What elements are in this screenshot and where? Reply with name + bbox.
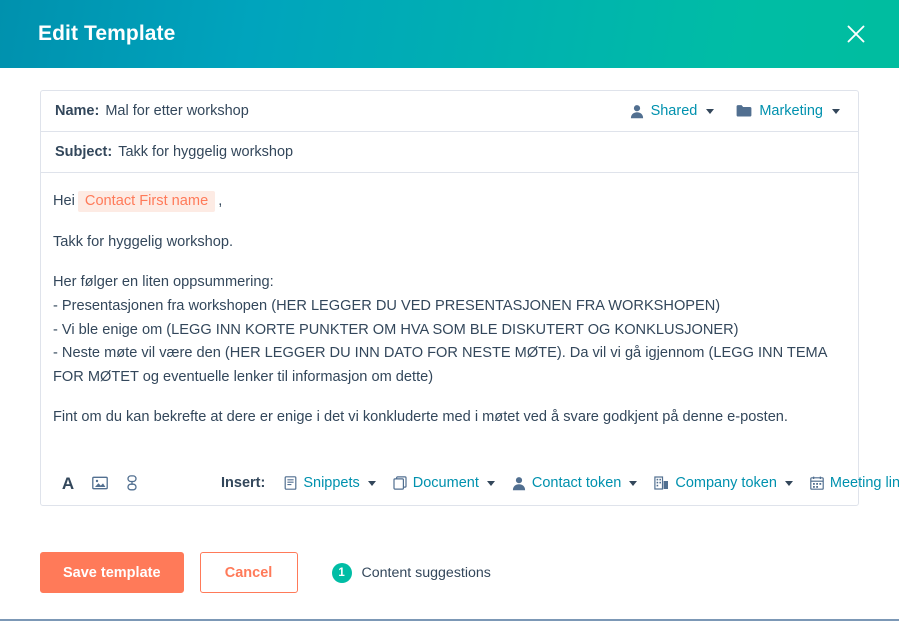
folder-dropdown-label: Marketing: [759, 103, 823, 119]
shared-dropdown-label: Shared: [651, 103, 698, 119]
bullet-line: - Presentasjonen fra workshopen (HER LEG…: [53, 295, 846, 319]
person-icon: [512, 476, 526, 491]
close-button[interactable]: [837, 15, 875, 53]
summary-intro: Her følger en liten oppsummering:: [53, 271, 846, 295]
status-badge: 1: [332, 563, 352, 583]
insert-company-token-label: Company token: [675, 475, 777, 491]
save-template-button[interactable]: Save template: [40, 552, 184, 593]
name-row: Name: Mal for etter workshop Shared: [41, 91, 858, 132]
insert-company-token[interactable]: Company token: [654, 475, 793, 491]
insert-contact-token-label: Contact token: [532, 475, 621, 491]
content-suggestions[interactable]: 1 Content suggestions: [332, 563, 491, 583]
document-icon: [393, 476, 407, 490]
shared-dropdown[interactable]: Shared: [630, 103, 715, 119]
image-icon[interactable]: [91, 474, 109, 492]
greeting-line: HeiContact First name,: [53, 190, 846, 214]
chevron-down-icon: [629, 481, 637, 486]
subject-row: Subject: Takk for hyggelig workshop: [41, 132, 858, 173]
close-icon: [845, 23, 867, 45]
subject-label: Subject:: [55, 144, 112, 160]
modal-header: Edit Template: [0, 0, 899, 68]
insert-snippets-label: Snippets: [303, 475, 359, 491]
content-suggestions-label: Content suggestions: [362, 565, 491, 581]
bullet-line: - Vi ble enige om (LEGG INN KORTE PUNKTE…: [53, 319, 846, 343]
page-title: Edit Template: [38, 22, 175, 46]
chevron-down-icon: [368, 481, 376, 486]
edit-template-modal: Edit Template Name: Mal for etter worksh…: [0, 0, 899, 621]
email-body-editor[interactable]: HeiContact First name, Takk for hyggelig…: [41, 173, 858, 465]
company-icon: [654, 476, 669, 490]
name-input[interactable]: Mal for etter workshop: [105, 103, 629, 119]
chevron-down-icon: [706, 109, 714, 114]
editor-toolbar: A: [41, 465, 858, 505]
person-icon: [630, 104, 644, 119]
cancel-button[interactable]: Cancel: [200, 552, 298, 593]
contact-first-name-token[interactable]: Contact First name: [78, 191, 215, 212]
chevron-down-icon: [785, 481, 793, 486]
link-icon[interactable]: [123, 474, 141, 492]
template-meta-controls: Shared Marketing: [630, 103, 844, 119]
name-label: Name:: [55, 103, 99, 119]
modal-body: Name: Mal for etter workshop Shared: [0, 68, 899, 534]
insert-snippets[interactable]: Snippets: [284, 475, 375, 491]
calendar-icon: [810, 476, 824, 490]
chevron-down-icon: [832, 109, 840, 114]
folder-icon: [736, 104, 752, 118]
font-icon[interactable]: A: [59, 474, 77, 492]
insert-group: Insert: Snippets: [221, 475, 899, 491]
insert-document-label: Document: [413, 475, 479, 491]
closing-paragraph: Fint om du kan bekrefte at dere er enige…: [53, 406, 846, 430]
chevron-down-icon: [487, 481, 495, 486]
insert-meeting-link[interactable]: Meeting link: [810, 475, 899, 491]
insert-meeting-link-label: Meeting link: [830, 475, 899, 491]
greeting-prefix: Hei: [53, 193, 75, 209]
insert-contact-token[interactable]: Contact token: [512, 475, 637, 491]
folder-dropdown[interactable]: Marketing: [736, 103, 840, 119]
subject-input[interactable]: Takk for hyggelig workshop: [118, 144, 844, 160]
insert-document[interactable]: Document: [393, 475, 495, 491]
greeting-suffix: ,: [218, 193, 222, 209]
format-icon-group: A: [59, 474, 141, 492]
bullet-line: - Neste møte vil være den (HER LEGGER DU…: [53, 342, 846, 389]
thanks-paragraph: Takk for hyggelig workshop.: [53, 231, 846, 255]
template-editor-card: Name: Mal for etter workshop Shared: [40, 90, 859, 506]
insert-label: Insert:: [221, 475, 265, 491]
snippet-icon: [284, 476, 297, 490]
modal-footer: Save template Cancel 1 Content suggestio…: [0, 534, 899, 619]
